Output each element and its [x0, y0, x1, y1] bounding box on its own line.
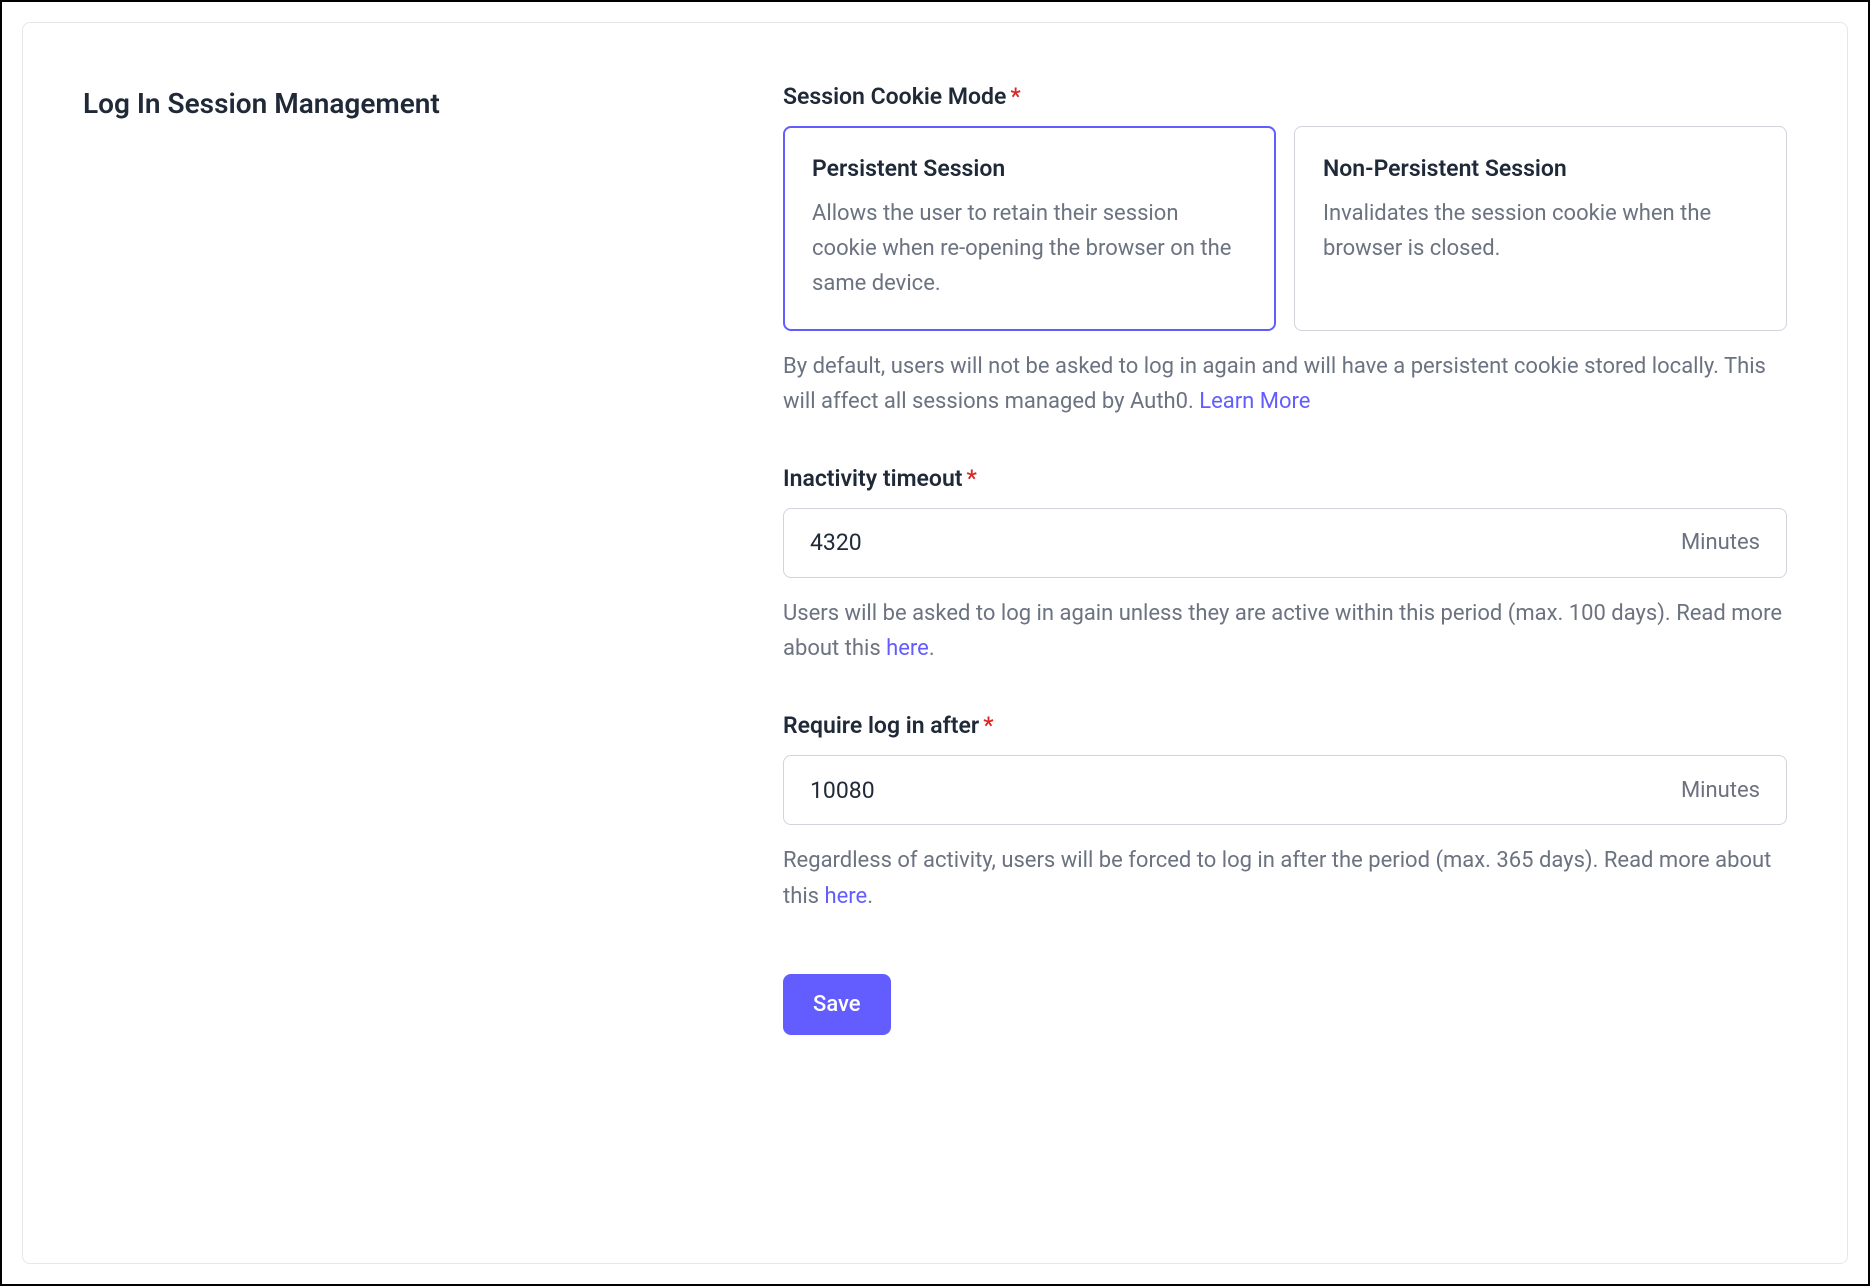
settings-panel: Log In Session Management Session Cookie…	[22, 22, 1848, 1264]
require-login-after-here-link[interactable]: here	[824, 884, 867, 909]
field-inactivity-timeout: Inactivity timeout* Minutes Users will b…	[783, 465, 1787, 666]
require-login-after-label: Require log in after*	[783, 712, 1787, 739]
field-session-cookie-mode: Session Cookie Mode* Persistent Session …	[783, 83, 1787, 419]
option-title: Non-Persistent Session	[1323, 155, 1758, 182]
option-title: Persistent Session	[812, 155, 1247, 182]
require-login-after-suffix: Minutes	[1681, 778, 1786, 803]
inactivity-timeout-input[interactable]	[784, 509, 1681, 577]
helper-text-suffix: .	[867, 884, 873, 909]
field-require-login-after: Require log in after* Minutes Regardless…	[783, 712, 1787, 913]
require-login-after-input-wrap: Minutes	[783, 755, 1787, 825]
label-text: Inactivity timeout	[783, 465, 963, 492]
inactivity-timeout-label: Inactivity timeout*	[783, 465, 1787, 492]
require-login-after-input[interactable]	[784, 756, 1681, 824]
inactivity-timeout-helper: Users will be asked to log in again unle…	[783, 596, 1787, 666]
save-button[interactable]: Save	[783, 974, 891, 1035]
helper-text-suffix: .	[929, 636, 935, 661]
required-indicator: *	[983, 712, 993, 739]
inactivity-timeout-here-link[interactable]: here	[886, 636, 929, 661]
session-cookie-mode-helper: By default, users will not be asked to l…	[783, 349, 1787, 419]
required-indicator: *	[967, 465, 977, 492]
section-heading: Log In Session Management	[83, 83, 783, 125]
option-description: Invalidates the session cookie when the …	[1323, 196, 1758, 266]
inactivity-timeout-suffix: Minutes	[1681, 530, 1786, 555]
inactivity-timeout-input-wrap: Minutes	[783, 508, 1787, 578]
form-actions: Save	[783, 974, 1787, 1035]
option-description: Allows the user to retain their session …	[812, 196, 1247, 302]
option-non-persistent-session[interactable]: Non-Persistent Session Invalidates the s…	[1294, 126, 1787, 331]
helper-text-prefix: Regardless of activity, users will be fo…	[783, 848, 1771, 908]
require-login-after-helper: Regardless of activity, users will be fo…	[783, 843, 1787, 913]
label-text: Session Cookie Mode	[783, 83, 1006, 110]
option-persistent-session[interactable]: Persistent Session Allows the user to re…	[783, 126, 1276, 331]
session-cookie-mode-options: Persistent Session Allows the user to re…	[783, 126, 1787, 331]
session-cookie-mode-label: Session Cookie Mode*	[783, 83, 1787, 110]
learn-more-link[interactable]: Learn More	[1199, 389, 1310, 414]
required-indicator: *	[1010, 83, 1020, 110]
label-text: Require log in after	[783, 712, 979, 739]
